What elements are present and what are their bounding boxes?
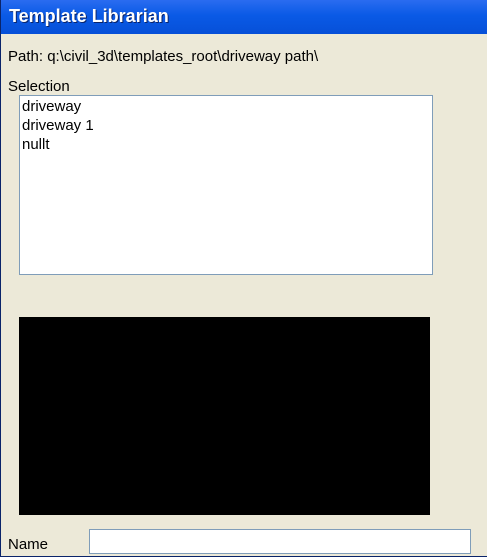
path-label: Path: q:\civil_3d\templates_root\drivewa… [8,48,319,65]
template-preview [19,317,430,515]
selection-label: Selection [8,78,70,95]
title-bar[interactable]: Template Librarian [1,0,487,34]
list-item[interactable]: driveway [22,97,430,116]
name-input[interactable] [89,529,471,554]
list-item[interactable]: driveway 1 [22,116,430,135]
list-item[interactable]: nullt [22,135,430,154]
template-librarian-window: Template Librarian Path: q:\civil_3d\tem… [0,0,487,557]
window-title: Template Librarian [9,6,169,26]
selection-list[interactable]: driveway driveway 1 nullt [19,95,433,275]
name-label: Name [8,536,49,553]
